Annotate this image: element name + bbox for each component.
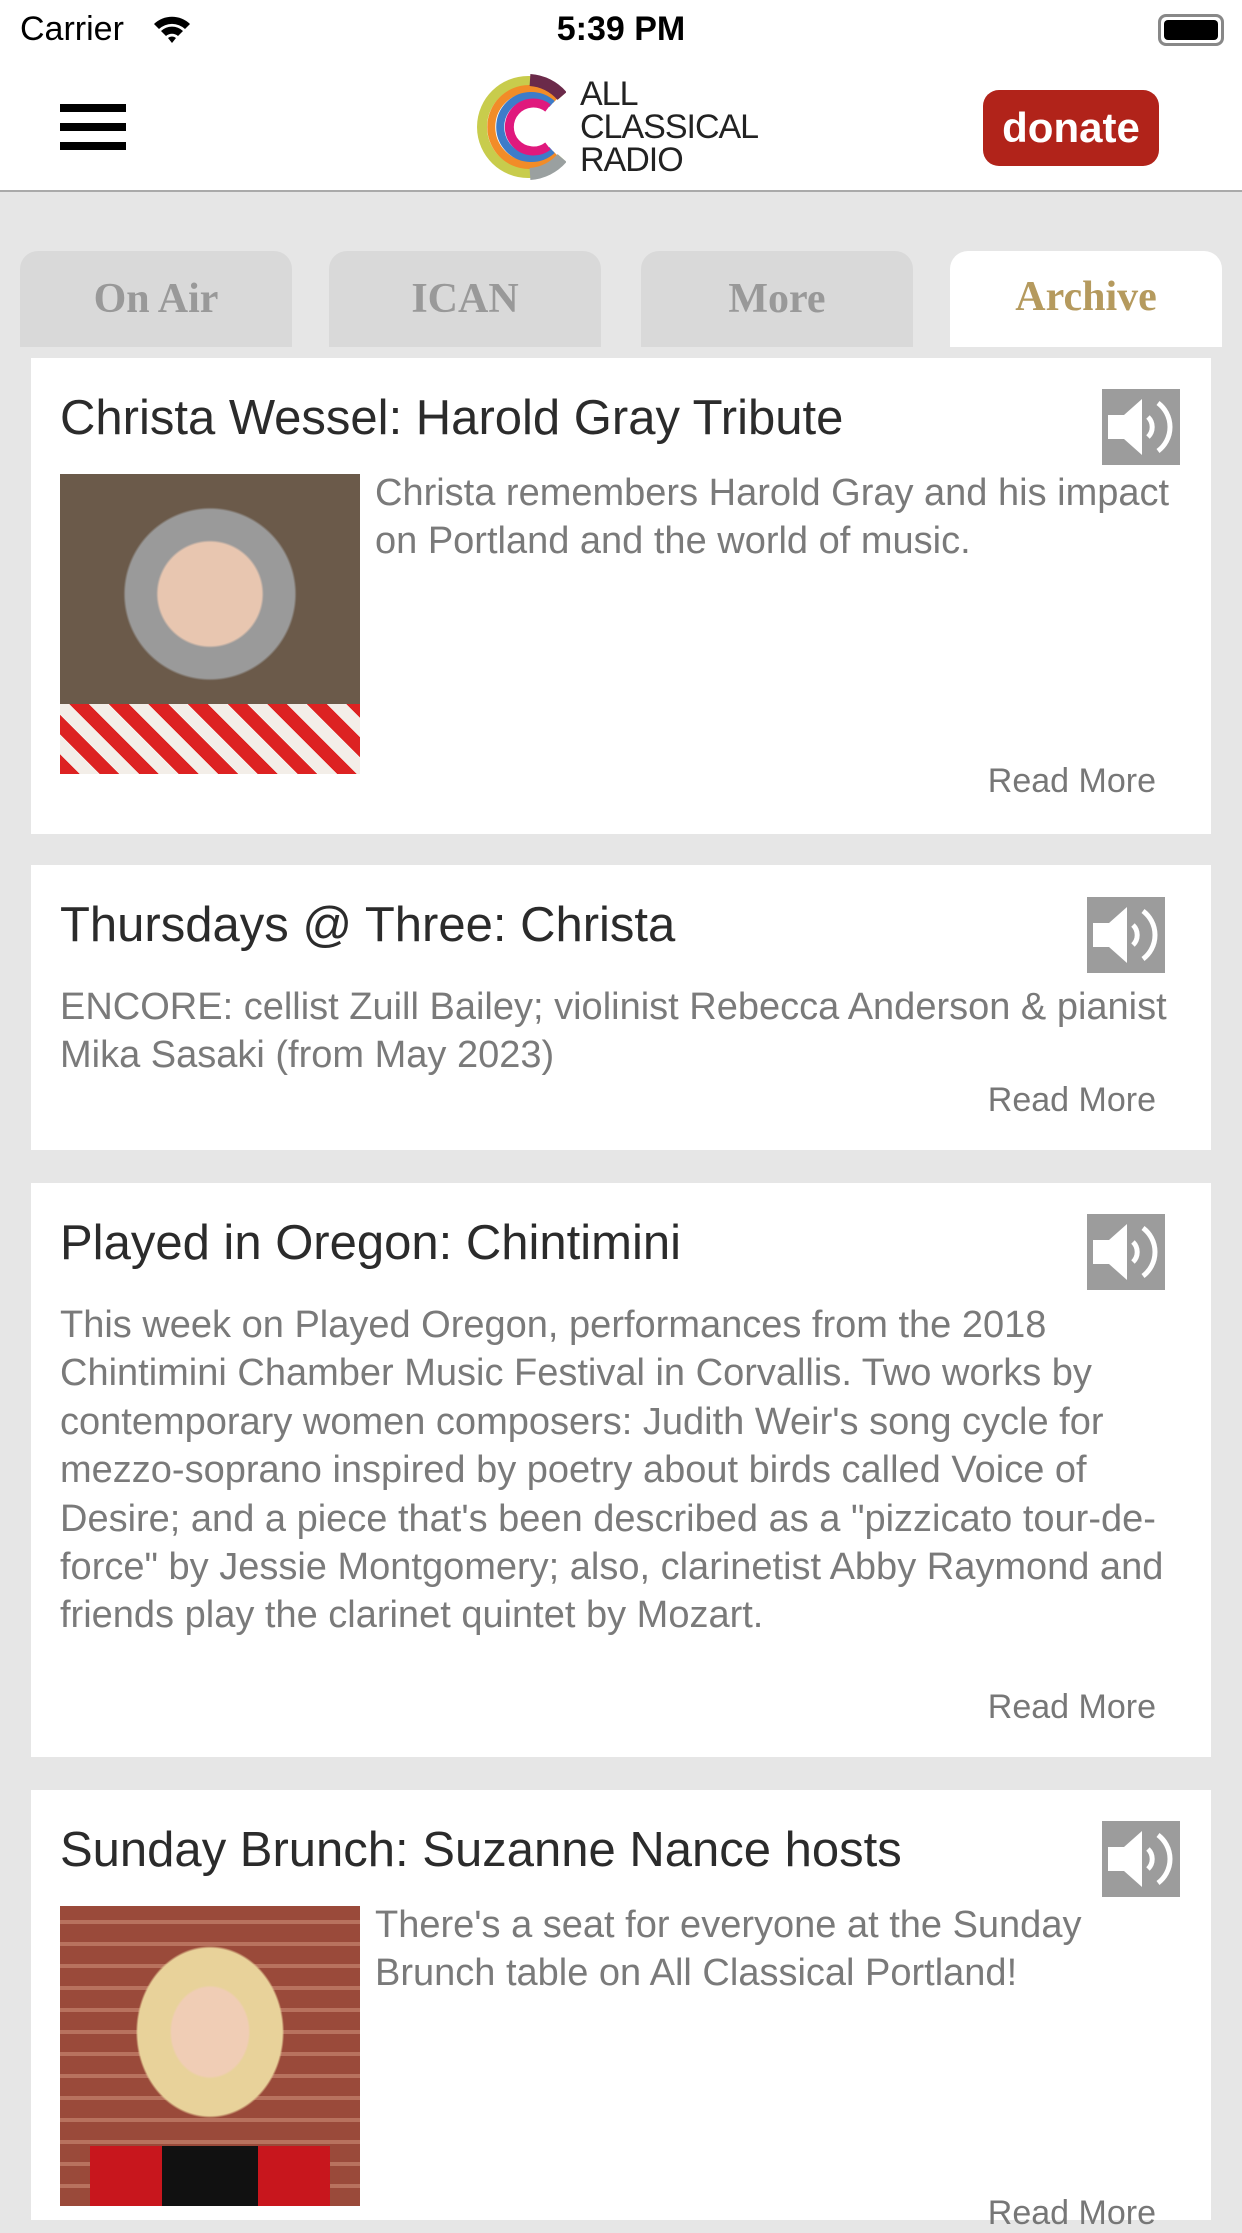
speaker-icon[interactable] — [1102, 1821, 1180, 1897]
host-photo — [60, 1906, 360, 2206]
logo-text: ALL CLASSICAL RADIO — [580, 74, 759, 179]
tab-ican[interactable]: ICAN — [329, 251, 601, 347]
donate-button[interactable]: donate — [983, 90, 1159, 166]
archive-item[interactable]: Christa Wessel: Harold Gray Tribute Chri… — [31, 358, 1211, 834]
hamburger-menu-button[interactable] — [60, 104, 126, 150]
item-title: Played in Oregon: Chintimini — [60, 1216, 681, 1270]
speaker-icon[interactable] — [1087, 1214, 1165, 1290]
item-title: Christa Wessel: Harold Gray Tribute — [60, 391, 844, 445]
item-description: ENCORE: cellist Zuill Bailey; violinist … — [60, 986, 1167, 1077]
tab-on-air[interactable]: On Air — [20, 251, 292, 347]
item-title: Sunday Brunch: Suzanne Nance hosts — [60, 1823, 902, 1877]
item-description: Christa remembers Harold Gray and his im… — [375, 472, 1170, 563]
read-more-link[interactable]: Read More — [988, 1688, 1156, 1727]
archive-item[interactable]: Sunday Brunch: Suzanne Nance hosts There… — [31, 1790, 1211, 2232]
item-description: There's a seat for everyone at the Sunda… — [375, 1904, 1082, 1995]
clock: 5:39 PM — [556, 10, 686, 48]
read-more-link[interactable]: Read More — [988, 1081, 1156, 1120]
logo: ALL CLASSICAL RADIO — [470, 72, 759, 182]
status-bar: Carrier 5:39 PM — [0, 0, 1242, 62]
read-more-link[interactable]: Read More — [988, 2194, 1156, 2233]
speaker-icon[interactable] — [1087, 897, 1165, 973]
read-more-link[interactable]: Read More — [988, 762, 1156, 801]
speaker-icon[interactable] — [1102, 389, 1180, 465]
logo-line: RADIO — [580, 140, 684, 179]
logo-icon — [477, 74, 566, 180]
host-photo — [60, 474, 360, 774]
battery-icon — [1158, 14, 1224, 46]
item-description: This week on Played Oregon, performances… — [60, 1304, 1164, 1637]
archive-item[interactable]: Thursdays @ Three: Christa ENCORE: celli… — [31, 865, 1211, 1150]
tab-more[interactable]: More — [641, 251, 913, 347]
item-title: Thursdays @ Three: Christa — [60, 898, 676, 952]
logo-line: CLASSICAL — [580, 107, 759, 146]
tab-archive[interactable]: Archive — [950, 251, 1222, 347]
logo-line: ALL — [580, 74, 639, 113]
archive-item[interactable]: Played in Oregon: Chintimini This week o… — [31, 1183, 1211, 1757]
app-header: ALL CLASSICAL RADIO donate — [0, 62, 1242, 192]
